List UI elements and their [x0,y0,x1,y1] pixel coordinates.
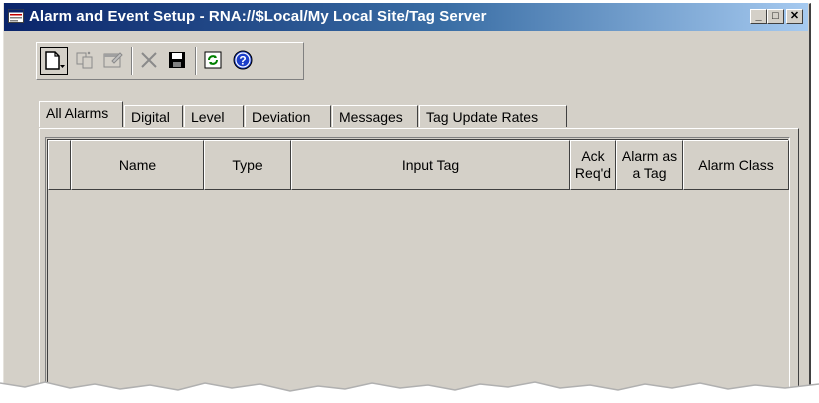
tab-all-alarms[interactable]: All Alarms [39,101,123,127]
column-header-alarm-as-tag[interactable]: Alarm as a Tag [616,140,683,190]
toolbar: ? [36,42,304,80]
toolbar-separator [131,47,133,75]
column-header-name[interactable]: Name [71,140,204,190]
column-header-label: Alarm as a Tag [621,148,678,181]
new-document-dropdown-icon [45,51,65,70]
torn-edge [0,381,819,403]
tab-level[interactable]: Level [184,105,244,127]
minimize-icon: _ [755,10,762,22]
tab-label: Tag Update Rates [426,109,539,125]
minimize-button[interactable]: _ [750,9,767,24]
column-header-type[interactable]: Type [204,140,291,190]
column-header-input-tag[interactable]: Input Tag [291,140,570,190]
close-icon: ✕ [789,10,800,22]
delete-icon [141,52,157,68]
help-button[interactable]: ? [230,47,258,75]
new-button[interactable] [40,47,68,75]
column-header-ack-reqd[interactable]: Ack Req'd [570,140,616,190]
refresh-button[interactable] [200,47,228,75]
column-header-label: Ack Req'd [574,148,612,181]
tab-label: Messages [339,109,403,125]
help-icon: ? [233,50,253,70]
app-icon [8,9,24,23]
tab-label: Deviation [252,109,311,125]
tab-deviation[interactable]: Deviation [245,105,331,127]
copy-icon [76,51,93,69]
save-icon [169,52,185,68]
copy-button[interactable] [72,47,100,75]
maximize-icon: □ [772,10,779,22]
tab-messages[interactable]: Messages [332,105,418,127]
tab-label: Digital [131,109,170,125]
list-view-body: Name Type Input Tag Ack Req'd Alarm as a… [47,139,789,398]
column-header-alarm-class[interactable]: Alarm Class [683,140,789,190]
column-header-label: Alarm Class [698,156,774,173]
properties-button[interactable] [100,47,128,75]
window-title: Alarm and Event Setup - RNA://$Local/My … [29,8,487,25]
alarms-list-view[interactable]: Name Type Input Tag Ack Req'd Alarm as a… [45,137,790,398]
close-button[interactable]: ✕ [786,9,803,24]
title-bar[interactable]: Alarm and Event Setup - RNA://$Local/My … [4,3,808,31]
tab-label: All Alarms [46,105,109,121]
properties-icon [103,52,123,68]
tab-tag-update-rates[interactable]: Tag Update Rates [419,105,567,127]
svg-text:?: ? [239,54,246,68]
column-header-label: Type [232,156,263,173]
maximize-button[interactable]: □ [767,9,784,24]
toolbar-separator [195,47,197,75]
delete-button[interactable] [136,47,164,75]
column-header-row-selector [48,140,71,190]
tab-digital[interactable]: Digital [124,105,183,127]
save-button[interactable] [164,47,192,75]
column-header-label: Input Tag [401,156,460,173]
refresh-icon [204,51,222,69]
tab-label: Level [191,109,225,125]
column-header-label: Name [118,156,157,173]
